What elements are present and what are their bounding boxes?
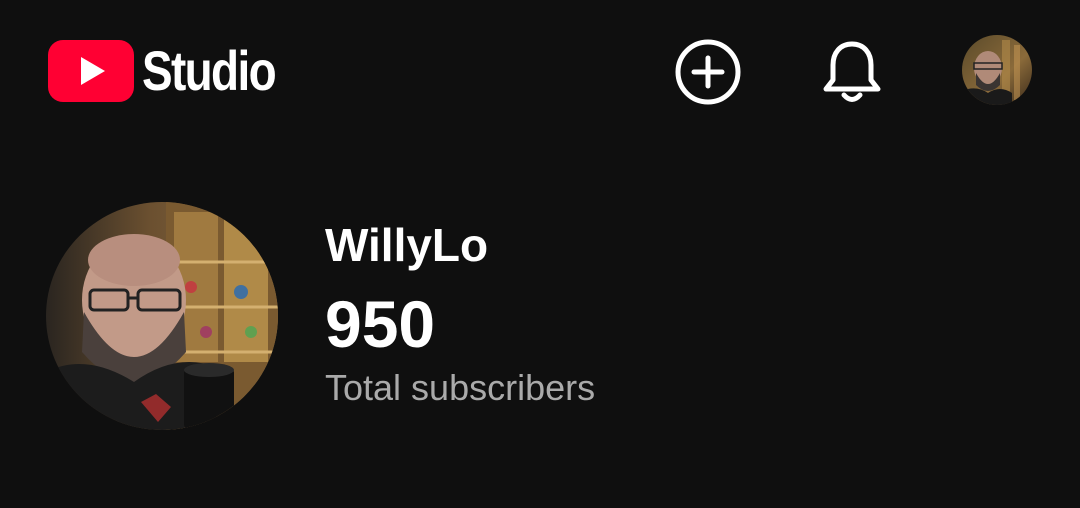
subscriber-count: 950	[325, 287, 436, 361]
channel-avatar[interactable]	[46, 202, 278, 430]
notifications-button[interactable]	[816, 36, 888, 108]
top-app-bar: Studio	[0, 0, 1080, 140]
account-avatar-image	[962, 35, 1032, 105]
account-avatar[interactable]	[962, 35, 1032, 105]
youtube-studio-logo[interactable]: Studio	[48, 38, 304, 104]
bell-icon	[823, 41, 881, 102]
channel-name: WillyLo	[325, 219, 489, 271]
add-circle-icon	[675, 39, 741, 105]
channel-info: WillyLo 950 Total subscribers	[325, 210, 595, 410]
channel-avatar-image	[46, 202, 278, 430]
subscriber-label: Total subscribers	[325, 367, 596, 408]
youtube-play-icon	[48, 40, 134, 102]
create-button[interactable]	[672, 36, 744, 108]
studio-wordmark: Studio	[142, 39, 277, 102]
